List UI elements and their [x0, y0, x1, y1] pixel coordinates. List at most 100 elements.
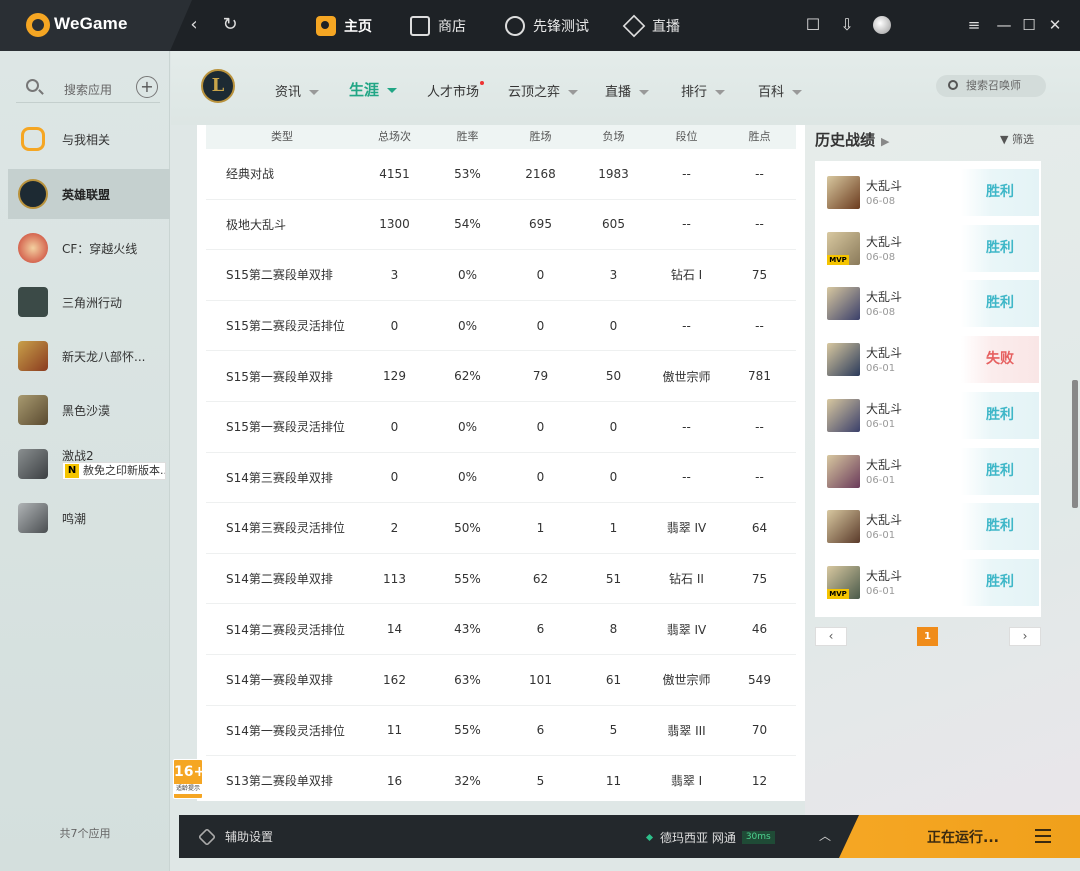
tab-home[interactable]: 主页	[316, 15, 372, 37]
assist-settings-label: 辅助设置	[225, 830, 274, 844]
app-search[interactable]: 搜索应用 +	[16, 73, 160, 103]
page-number[interactable]: 1	[917, 627, 938, 646]
blackdesert-app-icon	[18, 395, 48, 425]
cell-winrate: 53%	[454, 166, 481, 181]
history-title-text: 历史战绩	[815, 131, 876, 149]
game-nav: L 资讯 生涯 人才市场 云顶之弈 直播 排行 百科 搜索召唤师	[171, 51, 1080, 125]
tab-talent-label: 人才市场	[427, 85, 480, 100]
tab-news-label: 资讯	[275, 85, 302, 100]
lol-logo-icon[interactable]: L	[201, 69, 235, 103]
assist-settings-button[interactable]: 辅助设置	[197, 827, 274, 846]
match-item[interactable]: 大乱斗 06-01 胜利	[815, 384, 1041, 440]
tab-live[interactable]: 直播	[622, 14, 680, 38]
update-badge-text: 赦免之印新版本...	[83, 464, 166, 477]
match-date: 06-08	[866, 251, 896, 263]
summoner-search-placeholder: 搜索召唤师	[966, 79, 1021, 92]
career-stats-panel: 类型 总场次 胜率 胜场 负场 段位 胜点 经典对战 4151 53% 2168 198…	[197, 125, 805, 801]
lol-app-icon	[18, 179, 48, 209]
sidebar-item-delta[interactable]: 三角洲行动	[0, 277, 170, 327]
tab-news[interactable]: 资讯	[275, 81, 320, 100]
mvp-badge: MVP	[827, 588, 849, 599]
cell-wins: 695	[529, 217, 552, 232]
match-date: 06-08	[866, 196, 896, 207]
cell-rank: 傲世宗师	[662, 369, 711, 384]
cell-lp: 70	[751, 723, 768, 738]
sidebar-item-label: 三角洲行动	[62, 295, 123, 310]
back-icon[interactable]: ‹	[183, 14, 205, 36]
tab-shop-label: 商店	[438, 19, 466, 35]
cell-losses: 51	[605, 571, 622, 586]
cell-total: 2	[390, 520, 399, 535]
summoner-search-input[interactable]: 搜索召唤师	[936, 75, 1046, 97]
cell-lp: 46	[751, 622, 768, 637]
sidebar-item-tlbb[interactable]: 新天龙八部怀...	[0, 331, 170, 381]
filter-button[interactable]: ▼ 筛选	[1000, 131, 1034, 147]
menu-icon[interactable]: ≡	[963, 14, 985, 36]
hamburger-menu-icon[interactable]	[1035, 829, 1051, 847]
match-result: 胜利	[961, 391, 1039, 439]
chevron-down-icon	[387, 88, 398, 93]
sidebar-item-lol[interactable]: 英雄联盟	[8, 169, 170, 219]
tab-rank[interactable]: 排行	[681, 81, 726, 100]
cell-winrate: 32%	[454, 773, 481, 788]
match-item[interactable]: 大乱斗 06-08 胜利	[815, 161, 1041, 217]
download-icon[interactable]: ⇩	[837, 15, 857, 35]
cell-type: S15第二赛段单双排	[226, 268, 333, 283]
cell-type: S13第二赛段单双排	[226, 774, 333, 789]
match-mode: 大乱斗	[866, 401, 903, 416]
add-app-icon[interactable]: +	[136, 76, 158, 98]
prev-page-button[interactable]: ‹	[815, 627, 847, 646]
match-item[interactable]: 大乱斗 06-08 胜利	[815, 272, 1041, 328]
cell-winrate: 0%	[457, 419, 478, 434]
chevron-up-icon[interactable]: ︿	[819, 827, 831, 844]
running-button[interactable]: 正在运行...	[839, 815, 1080, 858]
history-title[interactable]: 历史战绩 ▶	[815, 129, 889, 150]
sidebar-item-cf[interactable]: CF：穿越火线	[0, 223, 170, 273]
sidebar-item-blackdesert[interactable]: 黑色沙漠	[0, 385, 170, 435]
ping-badge: 30ms	[741, 831, 775, 844]
cell-total: 0	[390, 419, 399, 434]
tab-talent-market[interactable]: 人才市场	[427, 81, 485, 100]
tab-wiki[interactable]: 百科	[758, 81, 803, 100]
tab-test[interactable]: 先锋测试	[505, 15, 589, 37]
match-result: 失败	[961, 336, 1039, 384]
table-row: S14第三赛段灵活排位 2 50% 1 1 翡翠 IV 64	[206, 503, 796, 554]
cell-wins: 0	[536, 419, 545, 434]
cell-lp: 549	[748, 672, 771, 687]
match-item[interactable]: 大乱斗 06-01 胜利	[815, 495, 1041, 551]
scrollbar-thumb[interactable]	[1072, 380, 1078, 508]
cell-winrate: 0%	[457, 470, 478, 485]
sidebar-item-related[interactable]: 与我相关	[0, 114, 170, 164]
minimize-icon[interactable]: —	[993, 14, 1015, 36]
user-avatar[interactable]	[873, 16, 891, 34]
match-mode: 大乱斗	[866, 513, 903, 528]
match-item[interactable]: MVP 大乱斗 06-01 胜利	[815, 551, 1041, 607]
status-dot-icon	[645, 833, 654, 842]
gamepad-icon[interactable]: ☐	[803, 15, 823, 35]
col-type: 类型	[271, 130, 293, 143]
cell-losses: 8	[609, 622, 618, 637]
match-item[interactable]: MVP 大乱斗 06-08 胜利	[815, 217, 1041, 273]
maximize-icon[interactable]: ☐	[1018, 14, 1040, 36]
sidebar-item-wuthering[interactable]: 鸣潮	[0, 493, 170, 543]
cell-total: 3	[390, 267, 399, 282]
server-status[interactable]: 德玛西亚 网通 30ms	[645, 829, 775, 846]
match-item[interactable]: 大乱斗 06-01 失败	[815, 328, 1041, 384]
tab-shop[interactable]: 商店	[410, 15, 466, 37]
server-name: 德玛西亚 网通	[660, 831, 736, 845]
close-icon[interactable]: ✕	[1044, 14, 1066, 36]
next-page-button[interactable]: ›	[1009, 627, 1041, 646]
tab-tft[interactable]: 云顶之弈	[508, 81, 579, 100]
age-rating-badge[interactable]: 16+ 适龄提示	[173, 759, 205, 799]
match-item[interactable]: 大乱斗 06-01 胜利	[815, 440, 1041, 496]
tab-live[interactable]: 直播	[605, 81, 650, 100]
cell-losses: 0	[609, 470, 618, 485]
refresh-icon[interactable]: ↻	[219, 14, 241, 36]
cell-wins: 2168	[525, 166, 556, 181]
cell-rank: --	[682, 166, 691, 181]
update-badge[interactable]: N 赦免之印新版本...	[62, 462, 166, 480]
tab-career[interactable]: 生涯	[349, 79, 398, 100]
match-date: 06-01	[866, 530, 896, 542]
cell-wins: 1	[536, 520, 545, 535]
cell-total: 16	[386, 773, 403, 788]
